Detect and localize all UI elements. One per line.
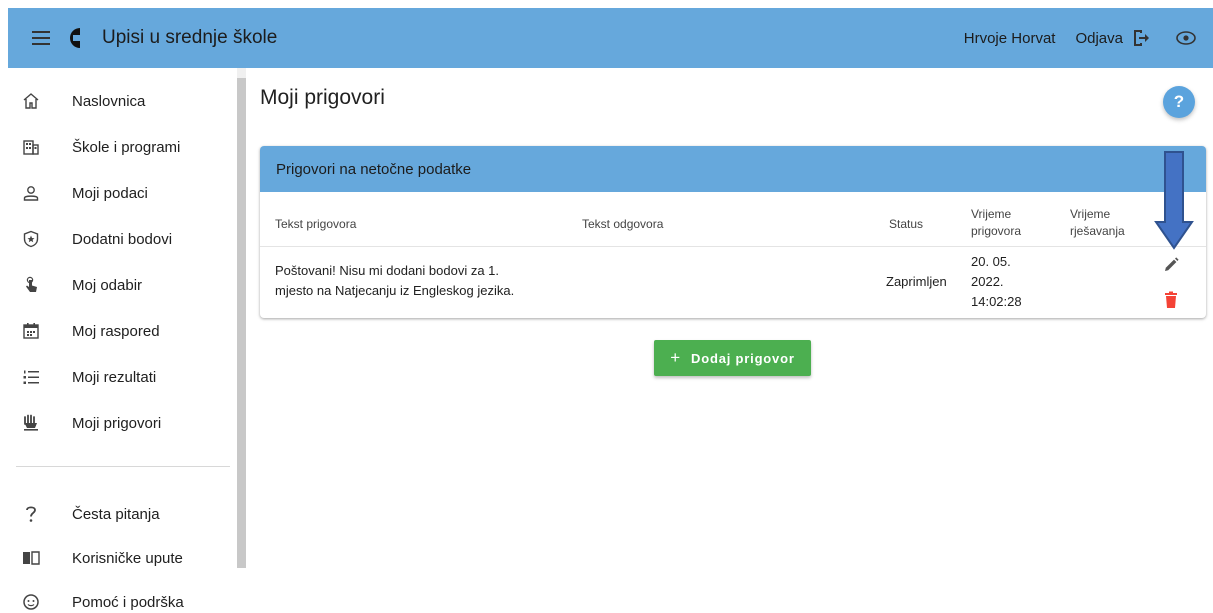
column-header-time-line: prigovora [971,224,1022,238]
column-header-time-line: Vrijeme [971,207,1012,221]
app-title[interactable]: Upisi u srednje škole [102,27,277,49]
sidebar-item-korisnicke-upute[interactable]: Korisničke upute [8,535,238,581]
building-icon [20,136,42,158]
sidebar-item-pomoc[interactable]: Pomoć i podrška [8,579,238,613]
book-icon [20,547,42,569]
edit-icon[interactable] [1160,254,1182,276]
question-icon [20,503,42,525]
sidebar-item-label: Korisničke upute [72,549,183,567]
sidebar-item-label: Naslovnica [72,92,146,110]
app-bar: Upisi u srednje škole Hrvoje Horvat Odja… [8,8,1213,68]
annotation-arrow-icon [1154,151,1194,250]
sidebar-item-label: Škole i programi [72,138,181,156]
add-complaint-button[interactable]: + Dodaj prigovor [654,340,811,376]
delete-icon[interactable] [1160,289,1182,311]
sidebar: Naslovnica Škole i programi Moji podaci … [8,68,248,613]
sidebar-item-label: Česta pitanja [72,505,160,523]
eye-icon[interactable] [1175,27,1197,49]
sidebar-item-moj-odabir[interactable]: Moj odabir [8,262,238,308]
star-shield-icon [20,228,42,250]
sidebar-item-moji-prigovori[interactable]: Moji prigovori [8,400,238,446]
support-icon [20,591,42,613]
status-text: Zaprimljen [886,274,947,289]
complaint-text-line: Poštovani! Nisu mi dodani bodovi za 1. [275,263,500,278]
add-complaint-label: Dodaj prigovor [691,350,795,366]
page-title: Moji prigovori [260,86,385,109]
logout-button[interactable]: Odjava [1075,28,1151,48]
help-button[interactable]: ? [1163,86,1195,118]
logout-label: Odjava [1075,29,1123,47]
complaint-text: Poštovani! Nisu mi dodani bodovi za 1. m… [275,261,514,301]
home-icon [20,90,42,112]
person-icon [20,182,42,204]
sidebar-divider [16,466,230,467]
sidebar-item-label: Moj odabir [72,276,143,294]
sidebar-item-label: Dodatni bodovi [72,230,173,248]
column-header-status: Status [889,217,924,231]
complaints-card: Prigovori na netočne podatke Tekst prigo… [260,146,1206,318]
calendar-icon [20,320,42,342]
sidebar-item-label: Moji podaci [72,184,148,202]
sidebar-scrollbar[interactable] [237,68,246,568]
sidebar-item-cesta-pitanja[interactable]: Česta pitanja [8,491,238,537]
list-numbered-icon [20,366,42,388]
column-header-answer: Tekst odgovora [582,217,664,231]
complaint-time: 20. 05. 2022. 14:02:28 [971,252,1022,312]
hand-icon [20,412,42,434]
sidebar-item-label: Pomoć i podrška [72,593,184,611]
card-title: Prigovori na netočne podatke [260,146,1206,192]
user-name: Hrvoje Horvat [963,29,1056,47]
sidebar-item-moji-rezultati[interactable]: Moji rezultati [8,354,238,400]
complaint-text-line: mjesto na Natjecanju iz Engleskog jezika… [275,283,515,298]
column-header-text: Tekst prigovora [275,217,357,231]
sidebar-item-dodatni-bodovi[interactable]: Dodatni bodovi [8,216,238,262]
sidebar-item-label: Moji rezultati [72,368,157,386]
column-header-resolve: Vrijeme rješavanja [1070,206,1125,240]
column-header-resolve-line: Vrijeme [1070,207,1111,221]
sidebar-item-label: Moji prigovori [72,414,162,432]
row-divider [260,246,1206,247]
column-header-resolve-line: rješavanja [1070,224,1125,238]
sidebar-item-skole[interactable]: Škole i programi [8,124,238,170]
scroll-up-icon[interactable] [237,68,246,78]
sidebar-item-naslovnica[interactable]: Naslovnica [8,78,238,124]
sidebar-item-moj-raspored[interactable]: Moj raspored [8,308,238,354]
sidebar-item-label: Moj raspored [72,322,160,340]
touch-icon [20,274,42,296]
sidebar-item-moji-podaci[interactable]: Moji podaci [8,170,238,216]
column-header-time: Vrijeme prigovora [971,206,1021,240]
complaint-time-line: 20. 05. [971,254,1011,269]
plus-icon: + [670,348,682,367]
logo-icon [66,26,90,50]
logout-icon [1134,30,1149,46]
complaint-time-line: 14:02:28 [971,294,1022,309]
complaint-time-line: 2022. [971,274,1004,289]
hamburger-menu-icon[interactable] [30,27,52,49]
